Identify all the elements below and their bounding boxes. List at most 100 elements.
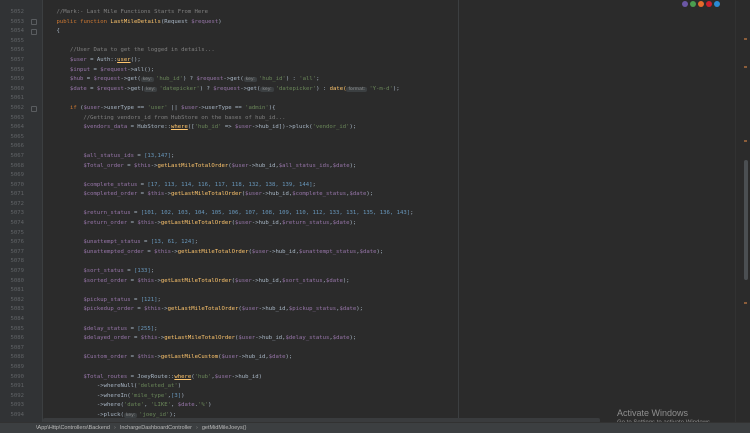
firefox-icon[interactable] — [698, 1, 704, 7]
code-variable: $sort_status — [282, 277, 323, 284]
breadcrumb: \App\Http\Controllers\Backend › InchargeDa… — [36, 423, 250, 433]
code-line: $return_status = [101, 102, 103, 104, 10… — [83, 210, 414, 217]
watermark-title: Activate Windows — [617, 408, 689, 418]
line-number: 5082 — [10, 296, 24, 303]
line-numbers: 5052 5053 5054 5055 5056 5057 5058 5059 5060 5061… — [0, 8, 26, 421]
code-variable: $completed_order — [83, 191, 138, 198]
line-number: 5075 — [10, 229, 24, 236]
line-number: 5053 — [10, 18, 24, 25]
code-line: ->whereNull('deleted_at') — [96, 383, 182, 390]
code-variable: $request — [96, 85, 124, 92]
code-function: getLastMileTotalOrder — [157, 162, 229, 169]
function-name: LastMileDetails — [110, 18, 161, 25]
intellij-icon[interactable] — [682, 1, 688, 7]
code-variable: $date — [349, 191, 367, 198]
line-number: 5056 — [10, 47, 24, 54]
scrollbar-thumb[interactable] — [744, 160, 748, 280]
code-variable: $pickedup_order — [83, 306, 134, 313]
code-line: $input = $request->all(); — [69, 66, 155, 73]
line-number: 5091 — [10, 383, 24, 390]
code-variable: $date — [177, 402, 195, 409]
fold-icon[interactable] — [31, 29, 37, 35]
line-number: 5072 — [10, 200, 24, 207]
line-number: 5052 — [10, 9, 24, 15]
code-text: ->whereIn( — [96, 392, 131, 399]
code-variable: $unattempt_status — [83, 239, 141, 246]
code-string: 'admin' — [245, 104, 269, 111]
opera-icon[interactable] — [706, 1, 712, 7]
code-line: ->whereIn('mile_type',[3]) — [96, 392, 185, 399]
code-variable: $user — [231, 162, 249, 169]
line-number: 5093 — [10, 402, 24, 409]
code-variable: $user — [221, 354, 239, 361]
code-line: $user = Auth::user(); — [69, 56, 141, 63]
code-variable: $return_order — [83, 220, 128, 227]
code-variable: $this — [137, 354, 155, 361]
error-stripe-marker[interactable] — [744, 66, 747, 68]
vertical-scrollbar[interactable] — [735, 0, 750, 423]
breadcrumb-method[interactable]: getMidMileJoeys() — [202, 425, 247, 431]
code-text: = HubStore:: — [127, 124, 171, 131]
code-line: $return_order = $this->getLastMileTotalO… — [83, 220, 357, 227]
breadcrumb-class[interactable]: InchargeDashboardController — [120, 425, 192, 431]
code-variable: $request — [93, 76, 121, 83]
error-stripe-marker[interactable] — [744, 140, 747, 142]
code-string: 'user' — [147, 104, 168, 111]
parameter-hint: format: — [346, 86, 368, 92]
code-text: (Request — [160, 18, 192, 25]
code-variable: $return_status — [83, 210, 131, 217]
line-number: 5089 — [10, 363, 24, 370]
code-string: 'datepicker' — [159, 85, 200, 92]
parameter-hint: key: — [144, 86, 158, 92]
line-number: 5059 — [10, 76, 24, 83]
fold-icon[interactable] — [31, 106, 37, 112]
code-variable: $this — [137, 220, 155, 227]
line-number: 5064 — [10, 124, 24, 131]
code-variable: $date — [69, 85, 87, 92]
line-number: 5092 — [10, 392, 24, 399]
code-line: public function LastMileDetails(Request … — [56, 18, 222, 25]
code-comment: //Getting vendors_id from HubStore on th… — [83, 114, 286, 121]
code-editor[interactable]: //Mark:- Last Mile Functions Starts From… — [43, 8, 736, 423]
line-number: 5057 — [10, 56, 24, 63]
code-function: getLastMileTotalOrder — [177, 248, 249, 255]
code-variable: $user — [251, 248, 269, 255]
code-function: getLastMileTotalOrder — [160, 277, 232, 284]
code-variable: $this — [144, 306, 161, 313]
code-string: 'hub_id' — [155, 76, 183, 83]
code-variable: $request — [191, 18, 219, 25]
chrome-icon[interactable] — [690, 1, 696, 7]
code-number: [101, 102, 103, 104, 105, 106, 107, 108,… — [140, 210, 411, 217]
code-text: ->get( — [240, 85, 261, 92]
code-variable: $sorted_order — [83, 277, 128, 284]
line-number: 5084 — [10, 316, 24, 322]
code-line: if ($user->userType == 'user' || $user->… — [69, 104, 276, 111]
code-variable: $this — [140, 335, 158, 342]
line-number: 5069 — [10, 172, 24, 179]
line-number: 5067 — [10, 152, 24, 159]
line-number: 5065 — [10, 133, 24, 140]
error-stripe-marker[interactable] — [744, 302, 747, 304]
code-line: $completed_order = $this->getLastMileTot… — [83, 191, 374, 198]
code-variable: $date — [332, 220, 350, 227]
code-line: $pickedup_order = $this->getLastMileTota… — [83, 306, 364, 313]
line-number: 5078 — [10, 258, 24, 265]
fold-icon[interactable] — [31, 19, 37, 25]
code-line: $date = $request->get(key:'datepicker') … — [69, 85, 400, 92]
code-function: getLastMileTotalOrder — [160, 220, 232, 227]
error-stripe-marker[interactable] — [744, 38, 747, 40]
edge-icon[interactable] — [714, 1, 720, 7]
breadcrumb-namespace[interactable]: \App\Http\Controllers\Backend — [36, 425, 110, 431]
code-variable: $complete_status — [292, 191, 347, 198]
code-line: $Total_order = $this->getLastMileTotalOr… — [83, 162, 357, 169]
code-variable: $hub — [69, 76, 84, 83]
code-line: $vendors_data = HubStore::where(['hub_id… — [83, 124, 357, 131]
code-text: ->all(); — [127, 66, 155, 73]
line-number: 5058 — [10, 66, 24, 73]
line-number: 5081 — [10, 287, 24, 294]
code-string: 'all' — [299, 76, 317, 83]
